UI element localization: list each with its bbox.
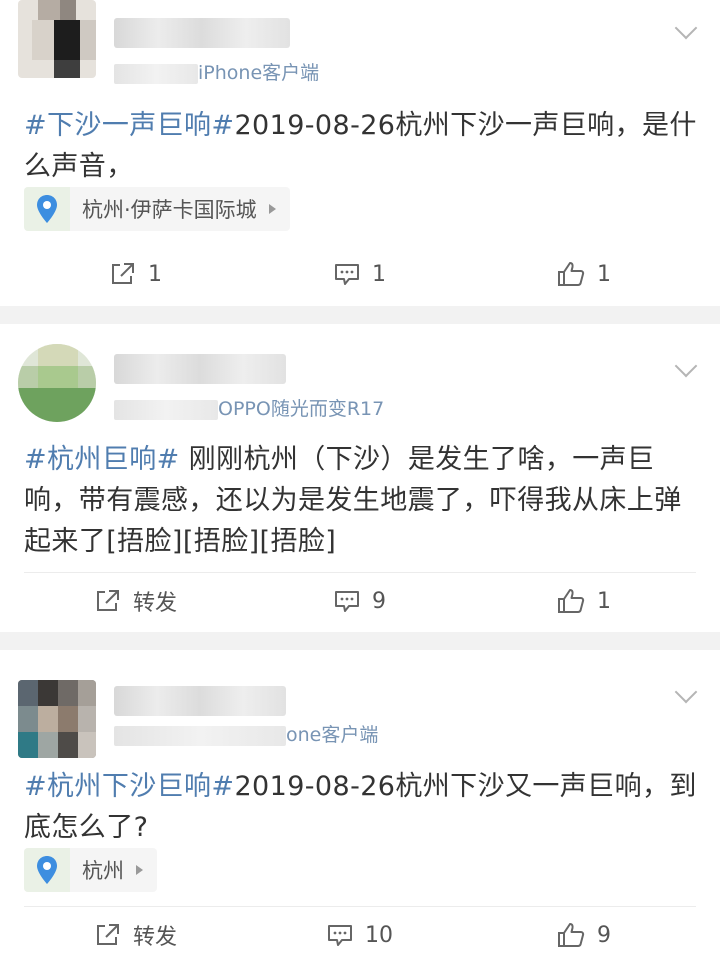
action-bar: 转发 9 1 (24, 572, 696, 629)
location-chip[interactable]: 杭州 (24, 848, 157, 892)
location-label: 杭州 (82, 859, 124, 883)
location-label: 杭州·伊萨卡国际城 (82, 198, 257, 222)
comment-button[interactable]: 1 (248, 246, 472, 302)
action-bar: 转发 10 9 (24, 906, 696, 963)
chevron-down-icon[interactable] (674, 16, 698, 40)
repost-label: 转发 (132, 591, 177, 616)
post-text: #杭州巨响# 刚刚杭州（下沙）是发生了啥，一声巨响，带有震感，还以为是发生地震了… (24, 439, 698, 562)
post-meta: iPhone客户端 (114, 58, 319, 85)
share-icon (112, 263, 134, 284)
share-icon (96, 924, 119, 945)
chevron-right-icon (268, 204, 276, 214)
post-card: iPhone客户端 #下沙一声巨响#2019-08-26杭州下沙一声巨响，是什么… (0, 0, 720, 306)
comment-count: 1 (372, 261, 386, 287)
hashtag-link[interactable]: #杭州巨响# (24, 444, 180, 475)
action-bar: 1 1 1 (24, 246, 696, 302)
username-blurred[interactable] (114, 18, 290, 48)
comment-icon (328, 925, 352, 946)
like-count: 9 (597, 922, 611, 948)
username-blurred[interactable] (114, 354, 286, 384)
like-count: 1 (597, 588, 611, 614)
meta-time-blurred (114, 399, 218, 420)
comment-button[interactable]: 10 (248, 907, 472, 963)
chevron-down-icon[interactable] (674, 354, 698, 378)
thumbs-up-icon (558, 923, 585, 947)
post-text: #杭州下沙巨响#2019-08-26杭州下沙又一声巨响，到底怎么了? (24, 766, 698, 848)
meta-time-blurred (114, 725, 286, 746)
location-pin-icon (24, 187, 70, 231)
repost-label: 转发 (132, 925, 177, 950)
meta-source: iPhone客户端 (198, 62, 320, 84)
avatar[interactable] (18, 344, 96, 422)
share-icon (96, 590, 119, 611)
chevron-right-icon (136, 865, 143, 875)
like-button[interactable]: 9 (472, 907, 696, 963)
repost-count: 1 (148, 261, 162, 287)
avatar[interactable] (18, 680, 96, 758)
repost-button[interactable]: 转发 (24, 573, 248, 629)
comment-count: 9 (372, 588, 386, 614)
hashtag-link[interactable]: #下沙一声巨响# (24, 110, 234, 141)
post-meta: one客户端 (114, 720, 378, 747)
avatar[interactable] (18, 0, 96, 78)
like-button[interactable]: 1 (472, 573, 696, 629)
location-pin-icon (24, 848, 70, 892)
meta-source: OPPO随光而变R17 (218, 398, 385, 420)
like-button[interactable]: 1 (472, 246, 696, 302)
post-text: #下沙一声巨响#2019-08-26杭州下沙一声巨响，是什么声音， (24, 105, 698, 187)
post-meta: OPPO随光而变R17 (114, 394, 384, 421)
chevron-down-icon[interactable] (674, 680, 698, 704)
comment-icon (335, 591, 359, 612)
comment-icon (335, 264, 359, 285)
meta-source: one客户端 (286, 724, 379, 746)
meta-time-blurred (114, 63, 198, 84)
repost-button[interactable]: 1 (24, 246, 248, 302)
comment-button[interactable]: 9 (248, 573, 472, 629)
thumbs-up-icon (558, 589, 585, 613)
hashtag-link[interactable]: #杭州下沙巨响# (24, 771, 234, 802)
comment-count: 10 (365, 922, 393, 948)
repost-button[interactable]: 转发 (24, 907, 248, 963)
thumbs-up-icon (558, 262, 585, 286)
post-card: OPPO随光而变R17 #杭州巨响# 刚刚杭州（下沙）是发生了啥，一声巨响，带有… (0, 324, 720, 632)
post-card: one客户端 #杭州下沙巨响#2019-08-26杭州下沙又一声巨响，到底怎么了… (0, 650, 720, 963)
username-blurred[interactable] (114, 686, 286, 716)
location-chip[interactable]: 杭州·伊萨卡国际城 (24, 187, 290, 231)
like-count: 1 (597, 261, 611, 287)
